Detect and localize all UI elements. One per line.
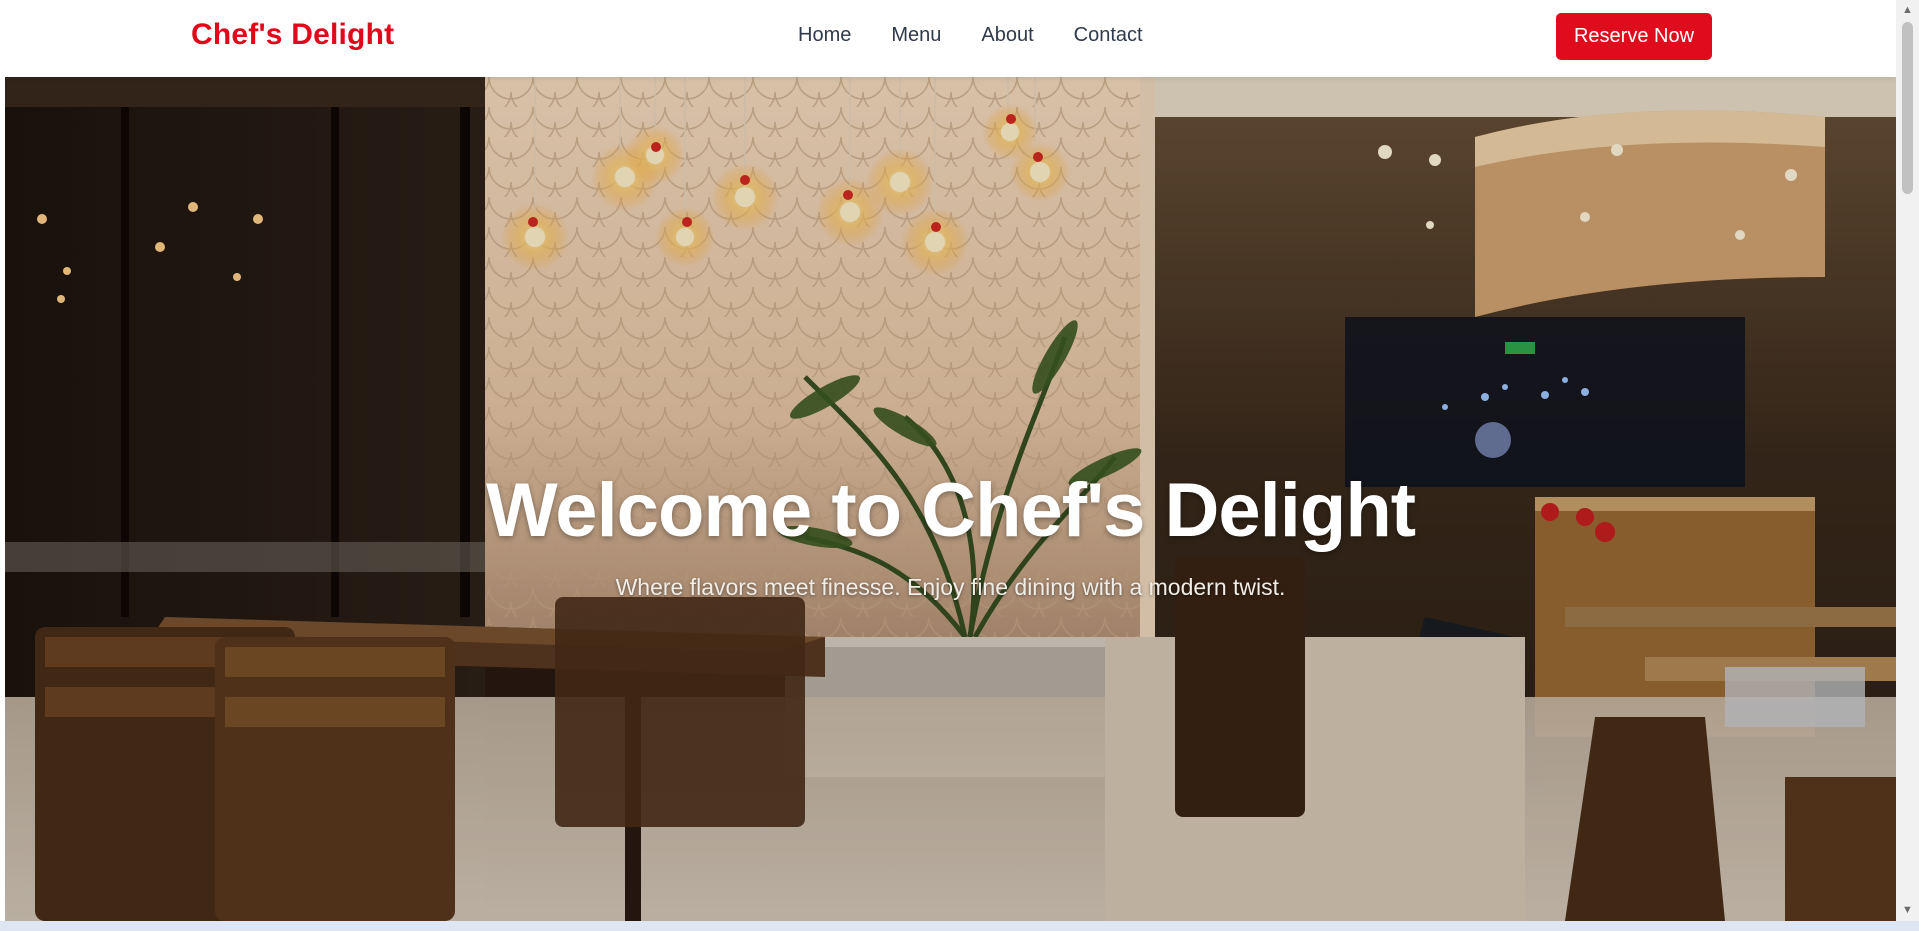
nav-link-contact[interactable]: Contact bbox=[1074, 24, 1143, 47]
scrollbar-thumb[interactable] bbox=[1902, 22, 1913, 194]
chevron-up-icon[interactable]: ▲ bbox=[1896, 2, 1919, 19]
hero-section: Welcome to Chef's Delight Where flavors … bbox=[5, 77, 1896, 921]
navbar: Chef's Delight Home Menu About Contact R… bbox=[5, 0, 1896, 77]
web-page: Chef's Delight Home Menu About Contact R… bbox=[5, 0, 1896, 921]
hero-subtitle: Where flavors meet finesse. Enjoy fine d… bbox=[615, 574, 1286, 600]
window-bottom-edge bbox=[0, 921, 1919, 931]
hero-title: Welcome to Chef's Delight bbox=[485, 468, 1416, 553]
browser-viewport: Chef's Delight Home Menu About Contact R… bbox=[0, 0, 1919, 931]
vertical-scrollbar[interactable]: ▲ ▼ bbox=[1896, 0, 1919, 921]
nav-link-about[interactable]: About bbox=[981, 24, 1033, 47]
chevron-down-icon[interactable]: ▼ bbox=[1896, 902, 1919, 919]
brand-logo[interactable]: Chef's Delight bbox=[191, 18, 394, 52]
nav-link-menu[interactable]: Menu bbox=[891, 24, 941, 47]
nav-links: Home Menu About Contact bbox=[798, 24, 1143, 47]
reserve-now-button[interactable]: Reserve Now bbox=[1556, 13, 1712, 60]
nav-link-home[interactable]: Home bbox=[798, 24, 851, 47]
